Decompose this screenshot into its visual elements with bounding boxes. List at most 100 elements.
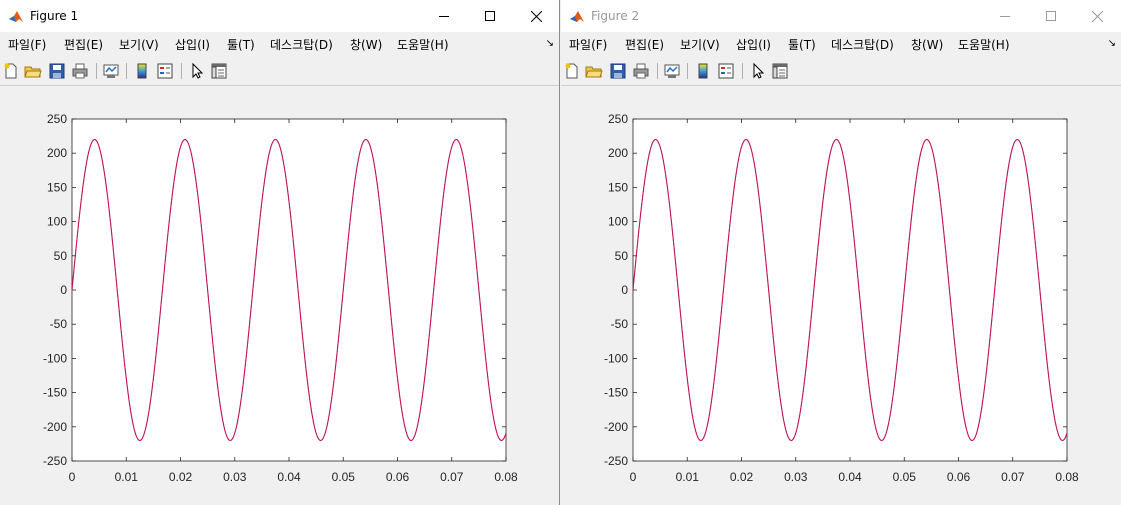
menu-help[interactable]: 도움말(H) [397, 37, 449, 53]
x-tick-label: 0.01 [115, 470, 139, 484]
menu-bar: 파일(F) 편집(E) 보기(V) 삽입(I) 툴(T) 데스크탑(D) 창(W… [561, 32, 1121, 58]
y-tick-label: 200 [608, 146, 628, 160]
minimize-icon [439, 16, 449, 17]
window-title: Figure 2 [591, 9, 640, 23]
edit-plot-pointer-icon[interactable] [749, 62, 767, 80]
menu-overflow-icon[interactable]: ↘ [1108, 38, 1116, 50]
x-tick-label: 0 [69, 470, 76, 484]
y-tick-label: 0 [60, 283, 67, 297]
y-tick-label: -250 [604, 454, 628, 468]
x-tick-label: 0.03 [223, 470, 247, 484]
menu-edit[interactable]: 편집(E) [64, 37, 103, 53]
menu-tools[interactable]: 툴(T) [227, 37, 255, 53]
toolbar-separator [657, 63, 658, 79]
y-tick-label: -100 [604, 351, 628, 365]
insert-colorbar-icon[interactable] [694, 62, 712, 80]
y-tick-label: 200 [47, 146, 67, 160]
x-tick-label: 0.02 [169, 470, 193, 484]
x-tick-label: 0.02 [730, 470, 754, 484]
menu-edit[interactable]: 편집(E) [625, 37, 664, 53]
y-tick-label: 50 [615, 249, 629, 263]
y-tick-label: -250 [43, 454, 67, 468]
close-button[interactable] [513, 0, 559, 32]
print-icon[interactable] [71, 62, 89, 80]
x-tick-label: 0.06 [386, 470, 410, 484]
minimize-button[interactable] [421, 0, 467, 32]
line-plot[interactable]: 0 0.01 0.02 0.03 0.04 0.05 0.06 0.07 0.08 250 200 1… [561, 87, 1121, 505]
figure-2-window[interactable]: Figure 2 파일(F) 편집(E) 보기(V) 삽입(I) 툴(T) 데스… [561, 0, 1121, 505]
menu-tools[interactable]: 툴(T) [788, 37, 816, 53]
figure-toolbar [561, 58, 1121, 86]
menu-view[interactable]: 보기(V) [680, 37, 720, 53]
menu-overflow-icon[interactable]: ↘ [546, 38, 554, 50]
y-tick-label: 250 [608, 112, 628, 126]
minimize-button[interactable] [982, 0, 1028, 32]
property-inspector-icon[interactable] [210, 62, 228, 80]
title-bar[interactable]: Figure 2 [561, 0, 1121, 32]
maximize-icon [1046, 11, 1056, 21]
window-title: Figure 1 [30, 9, 79, 23]
open-file-icon[interactable] [24, 62, 42, 80]
y-tick-label: -100 [43, 351, 67, 365]
property-inspector-icon[interactable] [771, 62, 789, 80]
menu-window[interactable]: 창(W) [911, 37, 943, 53]
new-figure-icon[interactable] [563, 62, 581, 80]
save-icon[interactable] [609, 62, 627, 80]
y-tick-label: -50 [611, 317, 629, 331]
x-tick-label: 0.08 [494, 470, 518, 484]
figure-canvas[interactable]: 0 0.01 0.02 0.03 0.04 0.05 0.06 0.07 0.08 250 200 1… [0, 87, 559, 505]
toolbar-separator [96, 63, 97, 79]
maximize-icon [485, 11, 495, 21]
x-tick-label: 0.01 [676, 470, 700, 484]
toolbar-separator [126, 63, 127, 79]
close-icon [530, 10, 542, 22]
insert-legend-icon[interactable] [156, 62, 174, 80]
x-tick-label: 0.08 [1055, 470, 1079, 484]
maximize-button[interactable] [467, 0, 513, 32]
insert-legend-icon[interactable] [717, 62, 735, 80]
menu-view[interactable]: 보기(V) [119, 37, 159, 53]
link-plot-icon[interactable] [663, 62, 681, 80]
x-tick-label: 0.07 [1001, 470, 1025, 484]
title-bar[interactable]: Figure 1 [0, 0, 559, 32]
x-tick-label: 0.04 [838, 470, 862, 484]
menu-insert[interactable]: 삽입(I) [175, 37, 210, 53]
y-tick-label: -200 [604, 420, 628, 434]
save-icon[interactable] [48, 62, 66, 80]
edit-plot-pointer-icon[interactable] [188, 62, 206, 80]
x-tick-label: 0.05 [893, 470, 917, 484]
plot-axes-box[interactable] [632, 118, 1068, 462]
close-button[interactable] [1074, 0, 1120, 32]
menu-desktop[interactable]: 데스크탑(D) [270, 37, 333, 53]
y-tick-label: 0 [621, 283, 628, 297]
menu-insert[interactable]: 삽입(I) [736, 37, 771, 53]
x-tick-label: 0.03 [784, 470, 808, 484]
y-tick-label: -200 [43, 420, 67, 434]
menu-file[interactable]: 파일(F) [569, 37, 607, 53]
figure-canvas[interactable]: 0 0.01 0.02 0.03 0.04 0.05 0.06 0.07 0.08 250 200 1… [561, 87, 1121, 505]
y-tick-label: 150 [47, 180, 67, 194]
menu-desktop[interactable]: 데스크탑(D) [831, 37, 894, 53]
figure-1-window[interactable]: Figure 1 파일(F) 편집(E) 보기(V) 삽입(I) 툴(T) 데스… [0, 0, 560, 505]
new-figure-icon[interactable] [2, 62, 20, 80]
x-tick-label: 0.06 [947, 470, 971, 484]
y-tick-label: -150 [43, 386, 67, 400]
line-plot[interactable]: 0 0.01 0.02 0.03 0.04 0.05 0.06 0.07 0.08 250 200 1… [0, 87, 560, 505]
toolbar-separator [181, 63, 182, 79]
link-plot-icon[interactable] [102, 62, 120, 80]
menu-file[interactable]: 파일(F) [8, 37, 46, 53]
matlab-logo-icon [9, 11, 23, 22]
menu-window[interactable]: 창(W) [350, 37, 382, 53]
x-tick-label: 0.04 [277, 470, 301, 484]
y-tick-label: -150 [604, 386, 628, 400]
x-tick-label: 0.07 [440, 470, 464, 484]
open-file-icon[interactable] [585, 62, 603, 80]
y-tick-label: 250 [47, 112, 67, 126]
print-icon[interactable] [632, 62, 650, 80]
plot-axes-box[interactable] [71, 118, 507, 462]
maximize-button[interactable] [1028, 0, 1074, 32]
x-tick-label: 0.05 [332, 470, 356, 484]
insert-colorbar-icon[interactable] [133, 62, 151, 80]
menu-help[interactable]: 도움말(H) [958, 37, 1010, 53]
y-tick-label: 100 [608, 215, 628, 229]
